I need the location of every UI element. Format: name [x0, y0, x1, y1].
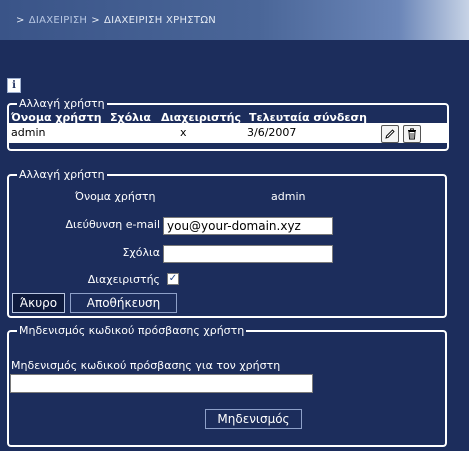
edit-user-panel: Αλλαγή χρήστη Όνομα χρήστη admin Διεύθυν…	[7, 168, 447, 318]
comments-label: Σχόλια	[122, 246, 160, 259]
breadcrumb-item-administration[interactable]: ΔΙΑΧΕΙΡΙΣΗ	[29, 15, 88, 26]
reset-password-input[interactable]	[10, 374, 313, 393]
cell-last-login: 3/6/2007	[247, 126, 297, 139]
username-value: admin	[271, 190, 306, 203]
cell-admin: x	[180, 126, 187, 139]
edit-user-legend: Αλλαγή χρήστη	[17, 168, 107, 182]
edit-button[interactable]	[381, 125, 399, 143]
header-bar: > ΔΙΑΧΕΙΡΙΣΗ > ΔΙΑΧΕΙΡΙΣΗ ΧΡΗΣΤΩΝ	[0, 0, 469, 40]
cell-username: admin	[11, 126, 46, 139]
admin-label: Διαχειριστής	[87, 273, 160, 286]
reset-password-label: Μηδενισμός κωδικού πρόσβασης για τον χρή…	[11, 359, 281, 372]
breadcrumb-separator: >	[91, 15, 100, 26]
email-label: Διεύθυνση e-mail	[65, 218, 160, 231]
breadcrumb-separator: >	[16, 15, 25, 26]
info-icon[interactable]: i	[7, 78, 21, 93]
comments-input[interactable]	[163, 245, 333, 263]
trash-icon	[408, 128, 416, 140]
delete-button[interactable]	[403, 125, 421, 143]
user-list-panel: Αλλαγή χρήστη Όνομα χρήστη Σχόλια Διαχει…	[7, 97, 449, 151]
cancel-button[interactable]: Άκυρο	[12, 293, 65, 313]
breadcrumb: > ΔΙΑΧΕΙΡΙΣΗ > ΔΙΑΧΕΙΡΙΣΗ ΧΡΗΣΤΩΝ	[12, 15, 216, 26]
table-row[interactable]: admin x 3/6/2007	[9, 123, 447, 143]
reset-button[interactable]: Μηδενισμός	[205, 409, 302, 429]
reset-password-panel: Μηδενισμός κωδικού πρόσβασης χρήστη Μηδε…	[7, 324, 447, 447]
email-input[interactable]	[163, 217, 333, 235]
pencil-icon	[385, 129, 395, 139]
reset-password-legend: Μηδενισμός κωδικού πρόσβασης χρήστη	[17, 324, 247, 338]
save-button[interactable]: Αποθήκευση	[70, 293, 177, 313]
admin-checkbox[interactable]: ✓	[167, 273, 179, 285]
username-label: Όνομα χρήστη	[75, 190, 156, 203]
breadcrumb-item-user-management: ΔΙΑΧΕΙΡΙΣΗ ΧΡΗΣΤΩΝ	[103, 15, 217, 26]
user-list-legend: Αλλαγή χρήστη	[17, 97, 107, 111]
